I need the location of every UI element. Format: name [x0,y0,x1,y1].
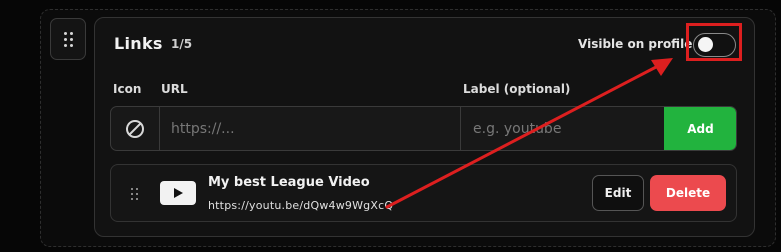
link-url[interactable]: https://youtu.be/dQw4w9WgXcQ [208,199,393,212]
links-count: 1/5 [171,37,193,51]
section-title: Links [114,34,163,53]
url-input[interactable] [159,107,460,150]
grip-dots-icon [131,188,138,200]
link-title: My best League Video [208,175,370,190]
visibility-label: Visible on profile [578,37,693,51]
label-input[interactable] [460,107,664,150]
play-triangle-icon [174,188,183,198]
block-drag-handle[interactable] [50,18,86,60]
add-link-button[interactable]: Add [664,107,736,150]
icon-picker[interactable] [111,107,160,150]
new-link-form: Add [110,106,737,151]
delete-link-button[interactable]: Delete [650,175,726,211]
youtube-icon [160,181,196,205]
column-icon-header: Icon [113,82,142,96]
column-label-header: Label (optional) [463,82,571,96]
edit-link-button[interactable]: Edit [592,175,644,211]
annotation-highlight-box [686,23,742,61]
column-url-header: URL [161,82,188,96]
grip-dots-icon [63,31,73,47]
no-icon-icon [126,119,144,138]
link-drag-handle[interactable] [131,188,138,200]
